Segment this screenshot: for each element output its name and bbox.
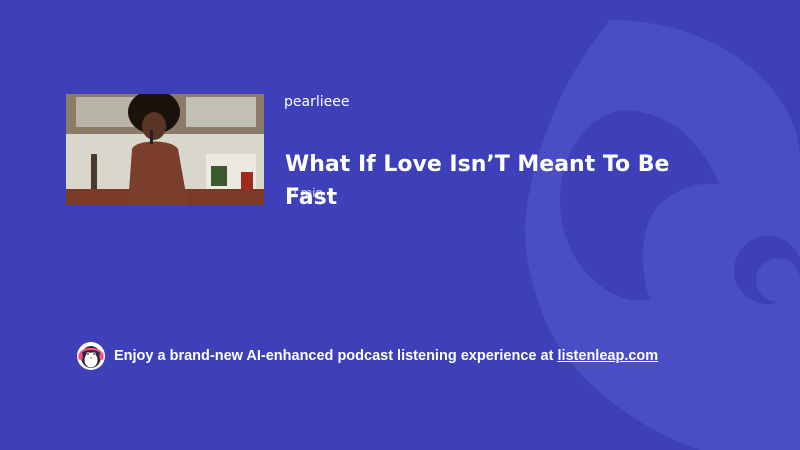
promo-text: Enjoy a brand-new AI-enhanced podcast li… — [114, 348, 554, 364]
listenleap-link[interactable]: listenleap.com — [557, 348, 658, 364]
episode-thumbnail[interactable] — [66, 94, 264, 205]
episode-author[interactable]: pearlieee — [284, 94, 349, 110]
episode-duration: 0 min — [289, 186, 324, 200]
watermark-logo-icon — [525, 20, 800, 450]
penguin-headphones-icon — [77, 342, 105, 370]
episode-title[interactable]: What If Love Isn’T Meant To Be Fast — [285, 148, 725, 214]
promo-banner: Enjoy a brand-new AI-enhanced podcast li… — [76, 341, 658, 371]
